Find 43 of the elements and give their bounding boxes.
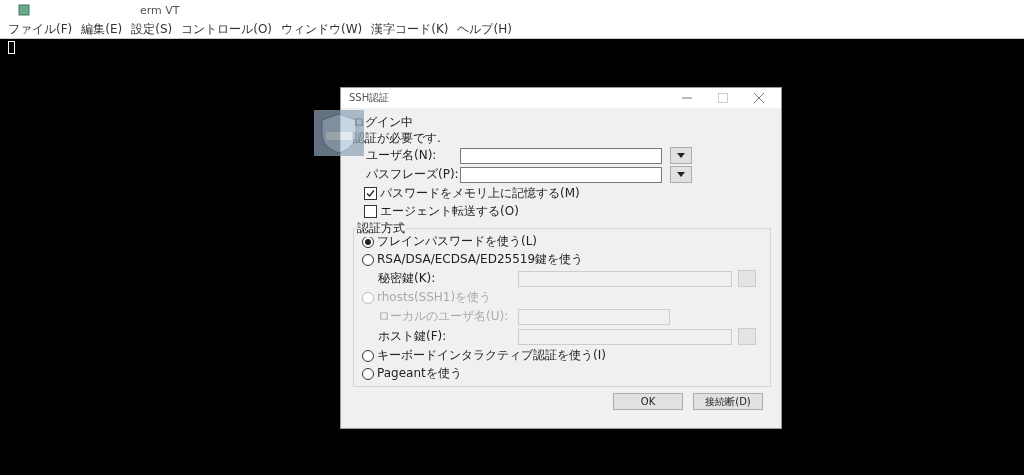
field-label: 秘密鍵(K): — [378, 270, 437, 287]
field-label: ユーザ名(N): — [366, 147, 438, 164]
radio-button[interactable] — [362, 253, 374, 266]
app-icon — [18, 4, 30, 16]
menu-item[interactable]: 編集(E) — [81, 20, 123, 38]
menu-item[interactable]: ヘルプ(H) — [457, 20, 512, 38]
input-field[interactable] — [518, 308, 670, 325]
dropdown-button[interactable] — [670, 166, 692, 183]
shield-icon — [314, 110, 364, 156]
field-label: ホスト鍵(F): — [378, 328, 448, 345]
dropdown-button[interactable] — [670, 147, 692, 164]
radio-button[interactable] — [362, 349, 374, 362]
input-field[interactable] — [518, 270, 732, 287]
radio-label: rhosts(SSH1)を使う — [377, 289, 492, 306]
window-title: erm VT — [140, 3, 180, 17]
dialog-button[interactable]: OK — [613, 393, 683, 410]
input-field[interactable] — [518, 328, 732, 345]
message-text: 認証が必要です. — [353, 130, 442, 146]
menu-item[interactable]: ウィンドウ(W) — [281, 20, 363, 38]
text-cursor — [8, 41, 15, 54]
caret-icon — [677, 172, 685, 177]
maximize-icon — [718, 93, 728, 103]
group-title: 認証方式 — [356, 220, 406, 237]
menu-item[interactable]: 設定(S) — [131, 20, 173, 38]
input-field[interactable] — [460, 166, 662, 183]
radio-button[interactable] — [362, 367, 374, 380]
check-icon — [366, 188, 375, 198]
radio-label: Pageantを使う — [377, 365, 462, 382]
radio-label: キーボードインタラクティブ認証を使う(I) — [377, 347, 606, 364]
dialog-title: SSH認証 — [349, 91, 391, 105]
menu-item[interactable]: 漢字コード(K) — [371, 20, 449, 38]
menu-item[interactable]: ファイル(F) — [8, 20, 73, 38]
checkbox[interactable] — [364, 186, 377, 200]
radio-label: RSA/DSA/ECDSA/ED25519鍵を使う — [377, 251, 584, 268]
caret-icon — [677, 153, 685, 158]
checkbox-label: パスワードをメモリ上に記憶する(M) — [380, 184, 580, 202]
menu-item[interactable]: コントロール(O) — [181, 20, 272, 38]
checkbox[interactable] — [364, 204, 377, 218]
field-label: パスフレーズ(P): — [366, 166, 460, 183]
dialog-button[interactable]: 接続断(D) — [693, 393, 763, 410]
input-field[interactable] — [460, 147, 662, 164]
checkbox-label: エージェント転送する(O) — [380, 202, 519, 220]
close-icon — [754, 93, 764, 103]
